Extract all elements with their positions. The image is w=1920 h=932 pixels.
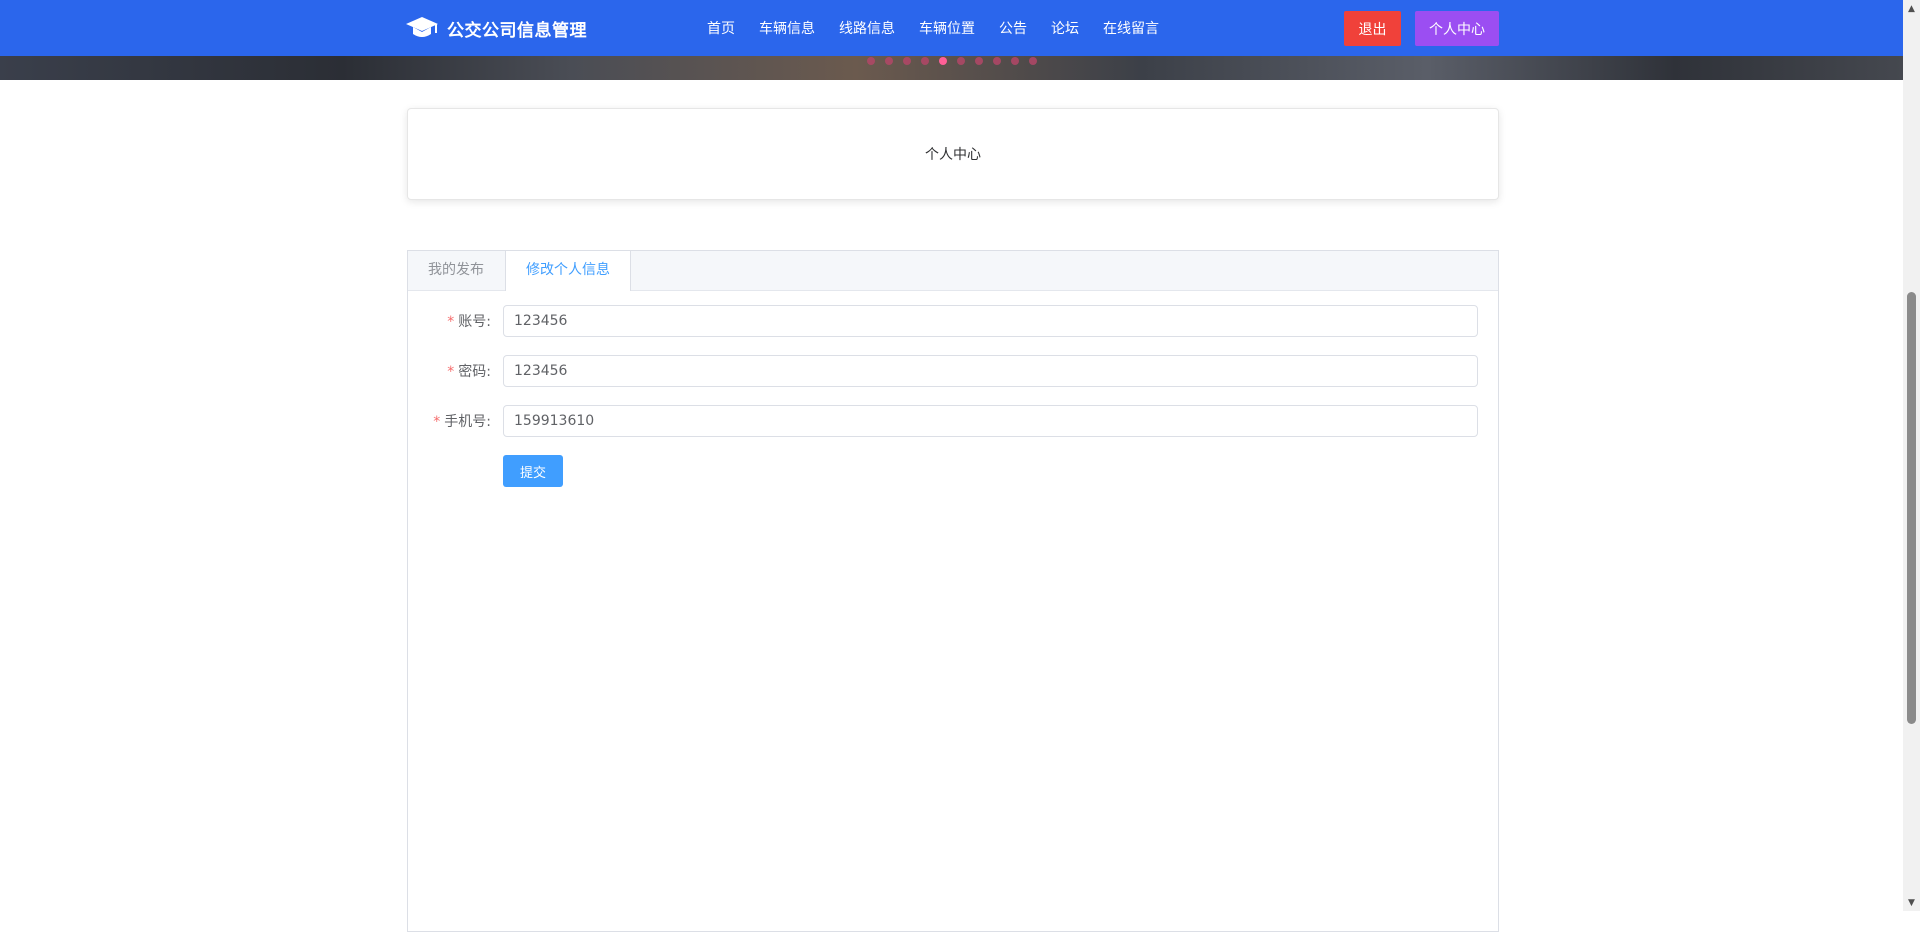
carousel-dot[interactable] xyxy=(885,57,893,65)
page-scrollbar[interactable]: ▲ ▼ xyxy=(1903,0,1920,911)
required-mark: * xyxy=(447,364,455,380)
nav-item-home[interactable]: 首页 xyxy=(695,18,747,38)
site-title: 公交公司信息管理 xyxy=(447,20,587,41)
page-title: 个人中心 xyxy=(925,147,981,163)
nav-item-messages[interactable]: 在线留言 xyxy=(1091,18,1171,38)
nav-item-vehicle-info[interactable]: 车辆信息 xyxy=(747,18,827,38)
password-label: * 密码: xyxy=(447,364,491,380)
carousel-dot[interactable] xyxy=(1011,57,1019,65)
carousel-indicators xyxy=(867,57,1037,65)
carousel-dot[interactable] xyxy=(867,57,875,65)
carousel-dot[interactable] xyxy=(921,57,929,65)
carousel-dot[interactable] xyxy=(939,57,947,65)
phone-label: * 手机号: xyxy=(433,414,491,430)
nav-item-announcements[interactable]: 公告 xyxy=(987,18,1039,38)
nav-item-route-info[interactable]: 线路信息 xyxy=(827,18,907,38)
password-input[interactable] xyxy=(503,355,1478,387)
nav-item-forum[interactable]: 论坛 xyxy=(1039,18,1091,38)
profile-form: *账号: *密码: *手机号: 提交 xyxy=(408,291,1498,487)
site-logo[interactable]: 公交公司信息管理 xyxy=(405,14,587,42)
carousel-dot[interactable] xyxy=(957,57,965,65)
tab-my-posts[interactable]: 我的发布 xyxy=(408,251,505,290)
account-input[interactable] xyxy=(503,305,1478,337)
form-row-phone: * 手机号: xyxy=(423,405,1483,437)
nav-item-vehicle-location[interactable]: 车辆位置 xyxy=(907,18,987,38)
main-nav: 首页 车辆信息 线路信息 车辆位置 公告 论坛 在线留言 xyxy=(695,0,1171,56)
submit-button[interactable]: 提交 xyxy=(503,455,563,487)
scroll-thumb[interactable] xyxy=(1907,292,1916,724)
scroll-up-arrow-icon[interactable]: ▲ xyxy=(1903,0,1920,17)
submit-row: 提交 xyxy=(423,455,1483,487)
tab-bar: 我的发布 修改个人信息 xyxy=(408,251,1498,291)
profile-center-button[interactable]: 个人中心 xyxy=(1415,11,1499,46)
form-row-password: * 密码: xyxy=(423,355,1483,387)
graduation-cap-icon xyxy=(406,17,438,37)
top-header: 公交公司信息管理 首页 车辆信息 线路信息 车辆位置 公告 论坛 在线留言 退出… xyxy=(0,0,1903,56)
tab-edit-profile[interactable]: 修改个人信息 xyxy=(505,251,631,291)
profile-tabs-panel: 我的发布 修改个人信息 *账号: *密码: *手机号: 提交 xyxy=(407,250,1499,932)
account-label: * 账号: xyxy=(447,314,491,330)
carousel-dot[interactable] xyxy=(975,57,983,65)
carousel-dot[interactable] xyxy=(903,57,911,65)
carousel-dot[interactable] xyxy=(993,57,1001,65)
required-mark: * xyxy=(447,314,455,330)
page-title-card: 个人中心 xyxy=(407,108,1499,200)
carousel-dot[interactable] xyxy=(1029,57,1037,65)
scroll-down-arrow-icon[interactable]: ▼ xyxy=(1903,894,1920,911)
required-mark: * xyxy=(433,414,441,430)
logout-button[interactable]: 退出 xyxy=(1344,11,1401,46)
phone-input[interactable] xyxy=(503,405,1478,437)
form-row-account: * 账号: xyxy=(423,305,1483,337)
